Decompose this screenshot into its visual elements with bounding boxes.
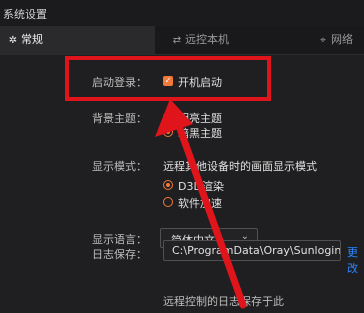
red-arrow-annotation bbox=[155, 99, 247, 309]
